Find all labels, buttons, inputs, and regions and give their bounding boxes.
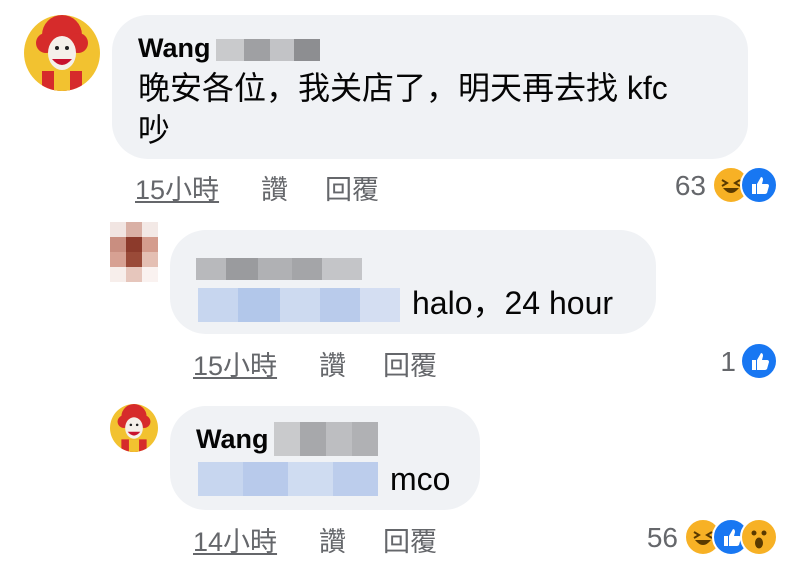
reply-button[interactable]: 回覆: [383, 520, 437, 559]
comment-actions: 14小時 讚 回覆: [193, 520, 493, 559]
blurred-name: [216, 39, 320, 61]
reaction-count[interactable]: 1: [700, 346, 736, 378]
reply-button[interactable]: 回覆: [325, 168, 379, 207]
blurred-text: [198, 288, 400, 322]
comment-text: halo，24 hour: [412, 285, 614, 321]
like-button[interactable]: 讚: [261, 168, 288, 207]
timestamp[interactable]: 15小時: [193, 344, 277, 383]
comment-text: 晚安各位，我关店了，明天再去找 kfc: [138, 70, 668, 106]
timestamp[interactable]: 15小時: [135, 168, 219, 207]
like-button[interactable]: 讚: [319, 520, 346, 559]
avatar[interactable]: [110, 404, 158, 452]
reaction-count[interactable]: 63: [660, 170, 706, 202]
avatar[interactable]: [24, 15, 100, 91]
wow-icon[interactable]: [740, 518, 778, 556]
blurred-name: [274, 422, 378, 456]
comment-actions: 15小時 讚 回覆: [193, 344, 493, 383]
comment-actions: 15小時 讚 回覆: [135, 168, 435, 207]
reply-button[interactable]: 回覆: [383, 344, 437, 383]
comment-bubble: Wang mco: [170, 406, 480, 510]
like-icon[interactable]: [740, 342, 778, 380]
author-name[interactable]: Wang: [196, 424, 268, 455]
comment-text-line2: 吵: [138, 112, 171, 148]
avatar-blurred[interactable]: [110, 222, 158, 282]
comment-bubble: halo，24 hour: [170, 230, 656, 334]
timestamp[interactable]: 14小時: [193, 520, 277, 559]
like-button[interactable]: 讚: [319, 344, 346, 383]
comment-text: mco: [390, 461, 451, 497]
comment-bubble: Wang 晚安各位，我关店了，明天再去找 kfc 吵: [112, 15, 748, 159]
reaction-count[interactable]: 56: [630, 522, 678, 554]
author-name[interactable]: Wang: [138, 33, 210, 64]
like-icon[interactable]: [740, 166, 778, 204]
blurred-text: [198, 462, 378, 496]
blurred-name: [196, 258, 362, 280]
